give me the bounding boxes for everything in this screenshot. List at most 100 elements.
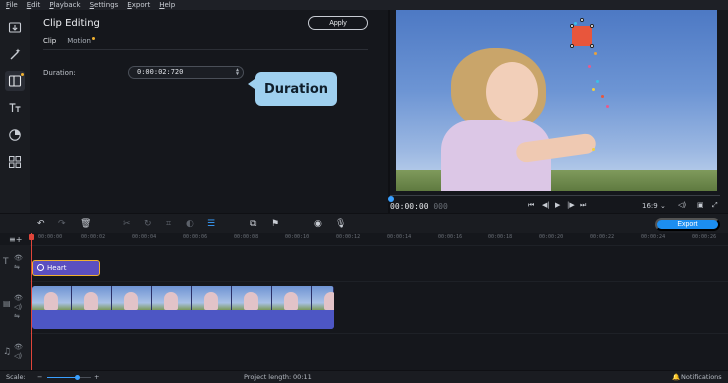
timecode-ms: 000 xyxy=(433,202,448,211)
title-track[interactable] xyxy=(30,245,728,281)
duration-label: Duration: xyxy=(43,69,76,77)
undo-icon[interactable]: ↶ xyxy=(37,219,45,229)
ruler-tick: 00:00:00 xyxy=(38,234,63,240)
ruler-tick: 00:00:04 xyxy=(132,234,157,240)
volume-icon[interactable]: ◁) xyxy=(14,352,22,360)
volume-icon[interactable]: ◁) xyxy=(14,303,22,311)
audio-track-header: ♫ 👁 ◁) xyxy=(0,333,30,370)
redo-icon[interactable]: ↷ xyxy=(58,219,66,229)
visibility-icon[interactable]: 👁 xyxy=(14,343,23,351)
video-thumbnail xyxy=(112,286,152,310)
notifications-link[interactable]: Notifications xyxy=(681,373,722,381)
resize-handle[interactable] xyxy=(570,24,574,28)
confetti-particle xyxy=(596,80,599,83)
ruler-tick: 00:00:18 xyxy=(488,234,513,240)
clip-editing-panel: Clip Editing Apply Clip Motion Duration:… xyxy=(30,10,385,213)
title-clip-heart[interactable]: Heart xyxy=(32,260,100,276)
titles-icon[interactable] xyxy=(5,98,25,118)
video-thumbnail xyxy=(152,286,192,310)
magic-wand-icon[interactable] xyxy=(5,44,25,64)
stickers-icon[interactable] xyxy=(5,125,25,145)
confetti-particle xyxy=(588,65,591,68)
audio-track[interactable] xyxy=(30,333,728,370)
music-note-icon: ♫ xyxy=(3,347,12,357)
scale-slider[interactable] xyxy=(47,375,91,380)
video-preview[interactable] xyxy=(396,10,717,191)
ruler-tick: 00:00:22 xyxy=(590,234,615,240)
resize-handle[interactable] xyxy=(590,24,594,28)
crop-icon[interactable]: ⌗ xyxy=(166,219,171,229)
record-webcam-icon[interactable]: ◉ xyxy=(314,219,322,229)
menu-edit[interactable]: Edit xyxy=(27,1,41,9)
status-bar: Scale: − + Project length: 00:11 🔔 Notif… xyxy=(0,370,728,383)
playhead[interactable] xyxy=(31,233,32,370)
aspect-ratio-select[interactable]: 16:9 ⌄ xyxy=(642,202,666,210)
tab-motion-label: Motion xyxy=(67,37,91,45)
duration-field[interactable]: 0:00:02:720 ▲ ▼ xyxy=(128,66,244,79)
spinner-arrows-icon[interactable]: ▲ ▼ xyxy=(236,68,239,77)
more-tools-icon[interactable] xyxy=(5,152,25,172)
play-icon[interactable]: ▶ xyxy=(555,201,560,209)
cut-icon[interactable]: ✂ xyxy=(123,219,131,229)
menu-help[interactable]: Help xyxy=(159,1,175,9)
next-frame-icon[interactable]: |▶ xyxy=(567,201,575,209)
title-clip-label: Heart xyxy=(47,264,67,272)
zoom-out-icon[interactable]: − xyxy=(37,373,42,381)
clip-audio-waveform xyxy=(32,310,334,329)
duration-value: 0:00:02:720 xyxy=(137,68,184,76)
preview-scrubber[interactable] xyxy=(388,195,720,202)
confetti-particle xyxy=(574,22,577,25)
menu-export[interactable]: Export xyxy=(127,1,150,9)
color-adjust-icon[interactable]: ◐ xyxy=(186,219,194,229)
resize-handle[interactable] xyxy=(570,44,574,48)
video-thumbnail xyxy=(192,286,232,310)
title-track-icon: T xyxy=(3,257,9,267)
timecode: 00:00:00 000 xyxy=(390,202,448,211)
export-button[interactable]: Export xyxy=(655,218,720,231)
film-track-icon: ▤ xyxy=(3,299,11,308)
link-icon[interactable]: ⇋ xyxy=(14,312,20,320)
menu-playback[interactable]: Playback xyxy=(49,1,80,9)
preview-subject-face xyxy=(486,62,538,122)
transitions-icon[interactable] xyxy=(5,71,25,91)
confetti-particle xyxy=(601,95,604,98)
ruler-tick: 00:00:10 xyxy=(285,234,310,240)
microphone-icon[interactable]: 🎙 xyxy=(335,219,346,229)
rotate-icon[interactable]: ↻ xyxy=(144,219,152,229)
playhead-handle[interactable] xyxy=(29,234,34,240)
visibility-icon[interactable]: 👁 xyxy=(14,294,23,302)
snapshot-icon[interactable]: ▣ xyxy=(697,201,704,209)
prev-frame-icon[interactable]: ◀| xyxy=(542,201,550,209)
apply-button[interactable]: Apply xyxy=(308,16,368,30)
scale-slider-knob[interactable] xyxy=(75,375,81,380)
confetti-particle xyxy=(606,105,609,108)
menu-file[interactable]: File xyxy=(6,1,18,9)
link-icon[interactable]: ⇋ xyxy=(14,263,20,271)
title-track-header: T 👁 ⇋ xyxy=(0,245,30,281)
delete-icon[interactable]: 🗑 xyxy=(80,219,91,229)
menu-settings[interactable]: Settings xyxy=(90,1,119,9)
scale-slider-fill xyxy=(47,377,78,378)
ruler-tick: 00:00:08 xyxy=(234,234,259,240)
panel-splitter[interactable] xyxy=(388,10,390,213)
add-track-icon[interactable]: ≡+ xyxy=(9,235,22,244)
video-clip[interactable] xyxy=(32,286,334,329)
skip-forward-icon[interactable]: ⏭ xyxy=(580,201,586,210)
overlay-icon[interactable]: ⧉ xyxy=(250,219,256,229)
rotate-handle[interactable] xyxy=(580,18,584,22)
video-thumbnail xyxy=(232,286,272,310)
selected-sticker-object[interactable] xyxy=(572,26,592,46)
clip-properties-icon[interactable]: ☰ xyxy=(207,219,215,229)
zoom-in-icon[interactable]: + xyxy=(94,373,99,381)
bell-icon[interactable]: 🔔 xyxy=(672,373,680,381)
visibility-icon[interactable]: 👁 xyxy=(14,254,23,262)
marker-flag-icon[interactable]: ⚑ xyxy=(271,219,279,229)
resize-handle[interactable] xyxy=(590,44,594,48)
ruler-tick: 00:00:06 xyxy=(183,234,208,240)
skip-back-icon[interactable]: ⏮ xyxy=(528,201,534,210)
timeline-toolbar: ↶ ↷ 🗑 ✂ ↻ ⌗ ◐ ☰ ⧉ ⚑ ◉ 🎙 Export xyxy=(0,213,728,233)
volume-icon[interactable]: ◁) xyxy=(678,201,686,209)
fullscreen-icon[interactable]: ⤢ xyxy=(712,201,718,210)
import-icon[interactable] xyxy=(5,17,25,37)
timeline-ruler[interactable]: ≡+ 00:00:00 00:00:02 00:00:04 00:00:06 0… xyxy=(0,233,728,245)
